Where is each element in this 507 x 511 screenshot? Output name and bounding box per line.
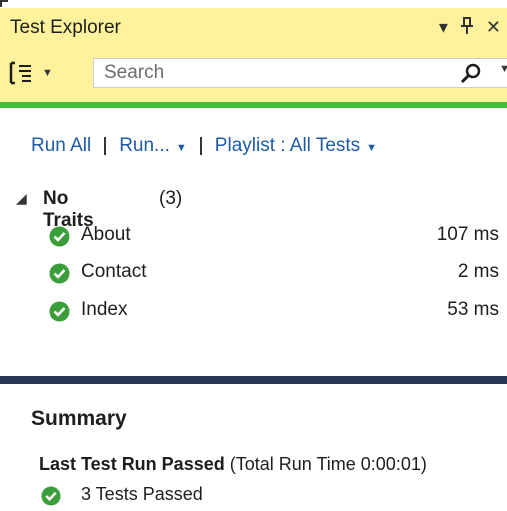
summary-title: Summary xyxy=(31,407,127,430)
test-name: Contact xyxy=(81,261,147,282)
test-duration: 2 ms xyxy=(457,261,499,282)
corner-mark xyxy=(0,0,8,7)
passed-check-icon xyxy=(41,486,61,511)
group-count: (3) xyxy=(159,188,183,209)
last-run-label: Last Test Run Passed xyxy=(39,454,225,474)
test-row[interactable]: Contact 2 ms xyxy=(0,258,507,288)
run-status-bar xyxy=(0,102,507,108)
title-controls: ▾ ✕ xyxy=(439,17,501,39)
test-row[interactable]: Index 53 ms xyxy=(0,296,507,326)
run-bar: Run All Run... ▼ Playlist : All Tests ▼ xyxy=(31,135,377,157)
title-bar: Test Explorer ▾ ✕ xyxy=(0,8,507,48)
separator xyxy=(199,137,202,155)
group-by-caret-icon: ▼ xyxy=(42,67,53,79)
window-menu-dropdown-icon[interactable]: ▾ xyxy=(439,17,448,39)
search-box: ▼ xyxy=(93,58,507,88)
collapse-triangle-icon[interactable]: ◢ xyxy=(16,190,27,207)
run-dropdown[interactable]: Run... ▼ xyxy=(119,135,187,157)
passed-check-icon xyxy=(49,226,70,252)
test-duration: 53 ms xyxy=(447,299,499,320)
group-by-icon xyxy=(8,60,36,86)
separator xyxy=(104,137,107,155)
run-all-link[interactable]: Run All xyxy=(31,135,91,157)
pane-splitter[interactable] xyxy=(0,376,507,384)
passed-check-icon xyxy=(49,301,70,327)
playlist-label: Playlist : All Tests xyxy=(214,135,361,156)
pin-icon[interactable] xyxy=(460,17,474,39)
playlist-caret-icon: ▼ xyxy=(366,142,378,154)
last-run-status: Last Test Run Passed (Total Run Time 0:0… xyxy=(39,454,427,475)
passed-check-icon xyxy=(49,263,70,289)
window-title: Test Explorer xyxy=(10,17,121,38)
search-input[interactable] xyxy=(94,59,464,87)
run-label: Run... xyxy=(119,135,170,156)
playlist-dropdown[interactable]: Playlist : All Tests ▼ xyxy=(215,135,377,157)
passed-count-text: 3 Tests Passed xyxy=(81,484,203,504)
test-duration: 107 ms xyxy=(436,224,499,245)
test-row[interactable]: About 107 ms xyxy=(0,221,507,251)
search-icon[interactable] xyxy=(460,63,482,90)
window-top-edge xyxy=(0,0,507,7)
run-caret-icon: ▼ xyxy=(175,142,187,154)
search-options-caret-icon[interactable]: ▼ xyxy=(499,63,507,75)
test-name: Index xyxy=(81,299,128,320)
close-icon[interactable]: ✕ xyxy=(486,17,501,39)
test-name: About xyxy=(81,224,131,245)
group-by-button[interactable]: ▼ xyxy=(8,59,88,87)
last-run-detail: (Total Run Time 0:00:01) xyxy=(224,454,427,474)
toolbar: ▼ ▼ xyxy=(0,48,507,102)
